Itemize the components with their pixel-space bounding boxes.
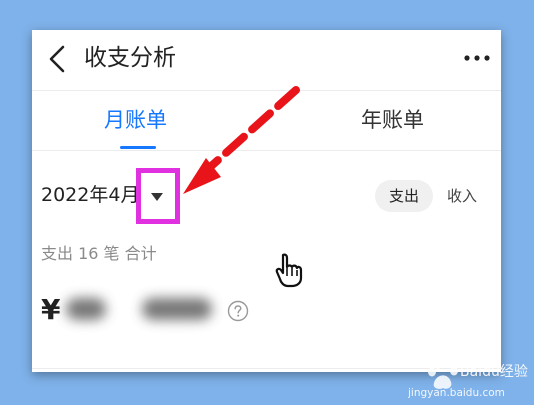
income-toggle-button[interactable]: 收入 — [440, 180, 484, 212]
page-title: 收支分析 — [84, 45, 176, 71]
chevron-left-icon[interactable] — [44, 44, 70, 74]
app-header: 收支分析 — [32, 30, 501, 90]
expense-toggle-button[interactable]: 支出 — [375, 180, 433, 212]
header-divider — [32, 90, 501, 91]
hand-cursor-icon — [275, 253, 303, 288]
help-circle-icon[interactable] — [227, 300, 249, 322]
redacted-amount-blur — [142, 298, 212, 320]
currency-symbol: ¥ — [41, 293, 61, 326]
more-dots-icon[interactable] — [461, 46, 493, 70]
expense-summary-text: 支出 16 笔 合计 — [41, 244, 157, 263]
app-screen: 收支分析 月账单 年账单 2022年4月 支出 收入 支出 16 笔 合计 ¥ — [32, 30, 501, 372]
watermark-brand-text: Baidu经验 — [460, 364, 528, 380]
tab-divider — [32, 150, 501, 151]
month-selector[interactable]: 2022年4月 — [41, 182, 139, 208]
watermark-url-text: jingyan.baidu.com — [408, 387, 505, 399]
tab-year-bill[interactable]: 年账单 — [361, 106, 424, 134]
baidu-watermark-logo: Baidu经验 jingyan.baidu.com — [408, 357, 528, 399]
tab-month-bill[interactable]: 月账单 — [104, 106, 167, 134]
active-tab-indicator — [120, 146, 156, 149]
redacted-amount-blur — [66, 298, 106, 320]
annotation-highlight-box — [136, 168, 180, 224]
